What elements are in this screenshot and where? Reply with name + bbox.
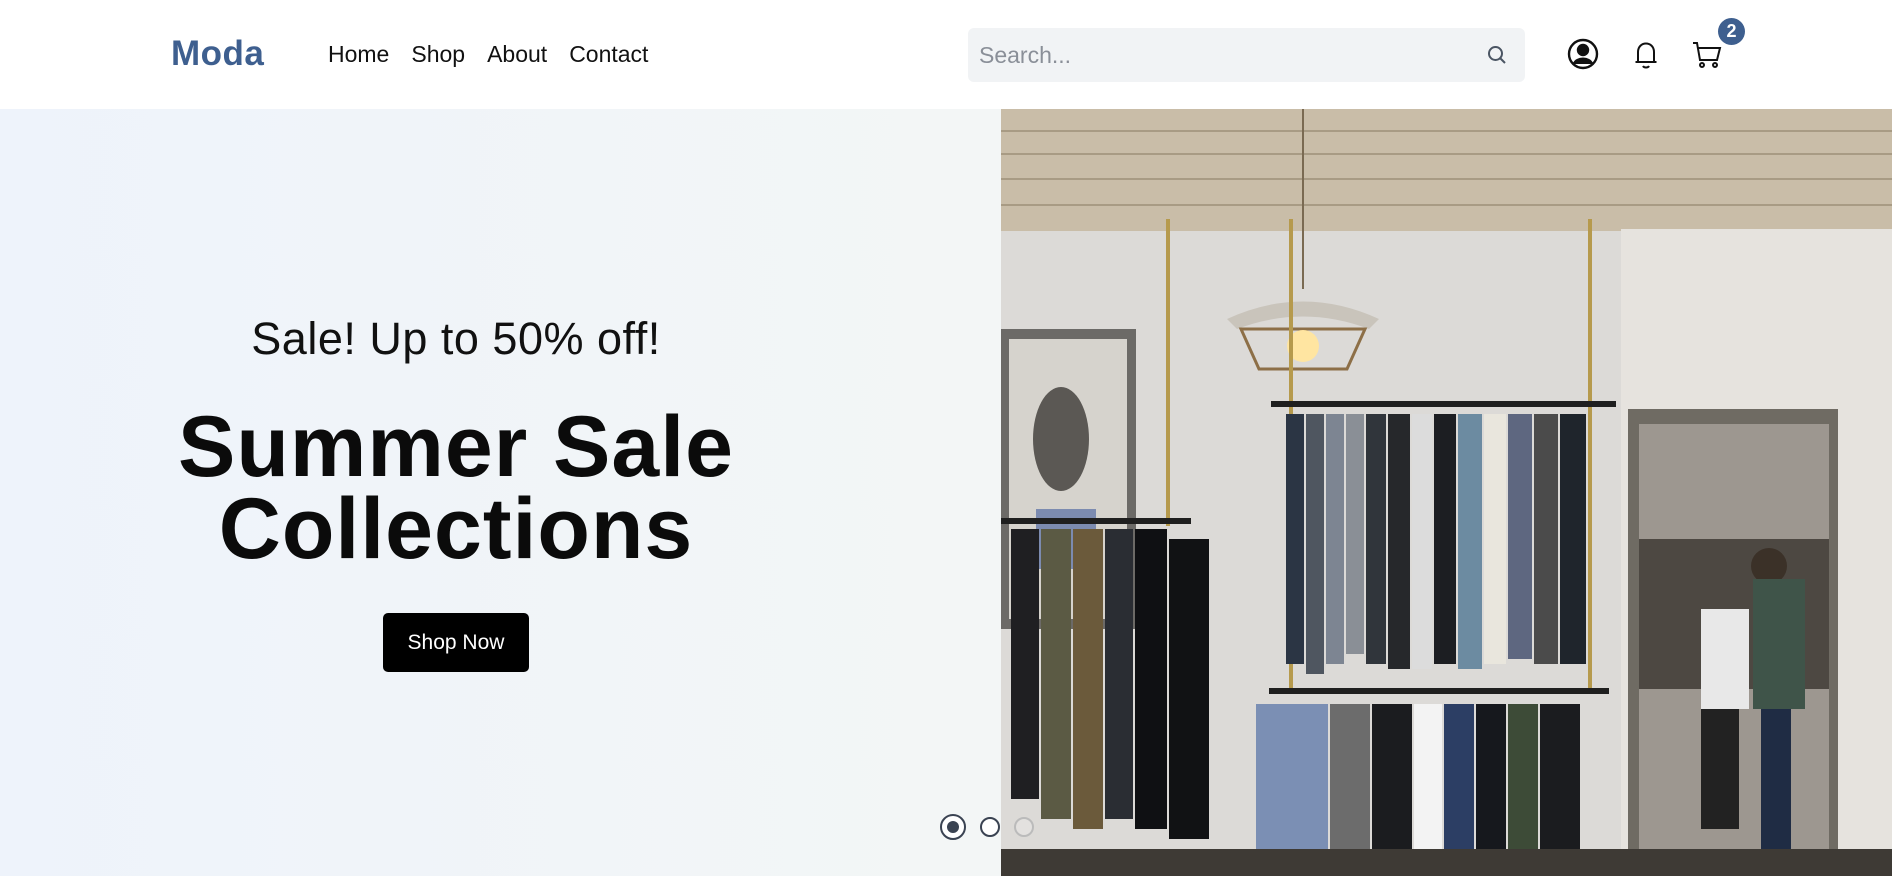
hero-content: Sale! Up to 50% off! Summer Sale Collect… bbox=[0, 109, 912, 876]
store-interior-image bbox=[1001, 109, 1892, 876]
main-nav: Home Shop About Contact bbox=[328, 41, 648, 68]
site-header: Moda Home Shop About Contact 2 bbox=[0, 0, 1892, 109]
cart-count-badge: 2 bbox=[1718, 18, 1745, 45]
search-icon[interactable] bbox=[1485, 43, 1509, 67]
shop-now-button[interactable]: Shop Now bbox=[383, 613, 529, 672]
store-interior-illustration bbox=[1001, 109, 1892, 876]
cart-icon[interactable] bbox=[1690, 37, 1724, 71]
nav-shop[interactable]: Shop bbox=[411, 41, 465, 68]
bell-icon[interactable] bbox=[1629, 37, 1663, 71]
hero-title-line-2: Collections bbox=[218, 481, 694, 577]
search-input[interactable] bbox=[968, 28, 1485, 82]
search-bar bbox=[968, 28, 1525, 82]
promo-text: Sale! Up to 50% off! bbox=[251, 313, 661, 364]
logo[interactable]: Moda bbox=[171, 34, 264, 74]
nav-about[interactable]: About bbox=[487, 41, 547, 68]
carousel-dot-1[interactable] bbox=[940, 814, 966, 840]
nav-contact[interactable]: Contact bbox=[569, 41, 648, 68]
hero-banner: Sale! Up to 50% off! Summer Sale Collect… bbox=[0, 109, 1892, 876]
carousel-dot-2[interactable] bbox=[980, 817, 1000, 837]
user-icon[interactable] bbox=[1566, 37, 1600, 71]
carousel-dots bbox=[940, 814, 1034, 840]
carousel-dot-3[interactable] bbox=[1014, 817, 1034, 837]
nav-home[interactable]: Home bbox=[328, 41, 389, 68]
hero-title: Summer Sale Collections bbox=[0, 404, 912, 572]
